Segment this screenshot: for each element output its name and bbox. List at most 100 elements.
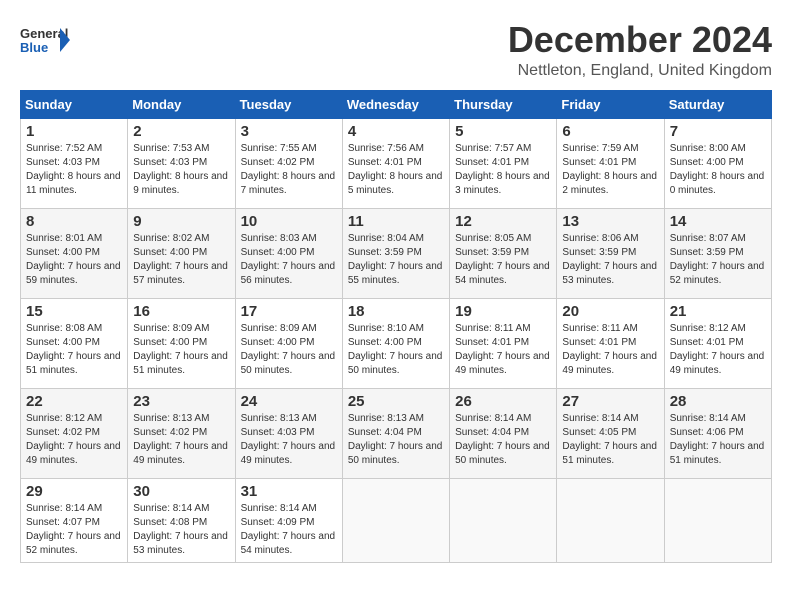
week-row-1: 1 Sunrise: 7:52 AM Sunset: 4:03 PM Daylig… bbox=[21, 118, 772, 208]
day-number: 14 bbox=[670, 213, 766, 230]
calendar-cell: 7 Sunrise: 8:00 AM Sunset: 4:00 PM Daylig… bbox=[664, 118, 771, 208]
day-info: Sunrise: 8:14 AM Sunset: 4:07 PM Dayligh… bbox=[26, 502, 122, 558]
day-info: Sunrise: 8:02 AM Sunset: 4:00 PM Dayligh… bbox=[133, 232, 229, 288]
calendar-cell: 12 Sunrise: 8:05 AM Sunset: 3:59 PM Dayli… bbox=[450, 208, 557, 298]
day-number: 29 bbox=[26, 483, 122, 500]
calendar-cell bbox=[664, 478, 771, 562]
day-number: 21 bbox=[670, 303, 766, 320]
day-number: 2 bbox=[133, 123, 229, 140]
calendar-cell: 4 Sunrise: 7:56 AM Sunset: 4:01 PM Daylig… bbox=[342, 118, 449, 208]
day-info: Sunrise: 8:13 AM Sunset: 4:04 PM Dayligh… bbox=[348, 412, 444, 468]
day-number: 26 bbox=[455, 393, 551, 410]
week-row-5: 29 Sunrise: 8:14 AM Sunset: 4:07 PM Dayli… bbox=[21, 478, 772, 562]
calendar-cell: 25 Sunrise: 8:13 AM Sunset: 4:04 PM Dayli… bbox=[342, 388, 449, 478]
day-number: 1 bbox=[26, 123, 122, 140]
week-row-4: 22 Sunrise: 8:12 AM Sunset: 4:02 PM Dayli… bbox=[21, 388, 772, 478]
day-info: Sunrise: 8:14 AM Sunset: 4:04 PM Dayligh… bbox=[455, 412, 551, 468]
calendar-cell: 13 Sunrise: 8:06 AM Sunset: 3:59 PM Dayli… bbox=[557, 208, 664, 298]
day-info: Sunrise: 7:57 AM Sunset: 4:01 PM Dayligh… bbox=[455, 142, 551, 198]
day-number: 22 bbox=[26, 393, 122, 410]
calendar-cell: 17 Sunrise: 8:09 AM Sunset: 4:00 PM Dayli… bbox=[235, 298, 342, 388]
day-info: Sunrise: 8:14 AM Sunset: 4:06 PM Dayligh… bbox=[670, 412, 766, 468]
calendar-table: SundayMondayTuesdayWednesdayThursdayFrid… bbox=[20, 90, 772, 563]
day-info: Sunrise: 8:13 AM Sunset: 4:03 PM Dayligh… bbox=[241, 412, 337, 468]
weekday-header-monday: Monday bbox=[128, 90, 235, 118]
day-info: Sunrise: 8:00 AM Sunset: 4:00 PM Dayligh… bbox=[670, 142, 766, 198]
day-info: Sunrise: 8:03 AM Sunset: 4:00 PM Dayligh… bbox=[241, 232, 337, 288]
logo-svg: GeneralBlue bbox=[20, 20, 70, 60]
calendar-cell bbox=[450, 478, 557, 562]
day-number: 24 bbox=[241, 393, 337, 410]
day-info: Sunrise: 8:01 AM Sunset: 4:00 PM Dayligh… bbox=[26, 232, 122, 288]
calendar-cell: 5Sunrise: 7:57 AM Sunset: 4:01 PM Daylig… bbox=[450, 118, 557, 208]
day-info: Sunrise: 8:14 AM Sunset: 4:09 PM Dayligh… bbox=[241, 502, 337, 558]
day-number: 17 bbox=[241, 303, 337, 320]
day-number: 3 bbox=[241, 123, 337, 140]
day-info: Sunrise: 7:52 AM Sunset: 4:03 PM Dayligh… bbox=[26, 142, 122, 198]
day-number: 25 bbox=[348, 393, 444, 410]
calendar-cell: 6 Sunrise: 7:59 AM Sunset: 4:01 PM Daylig… bbox=[557, 118, 664, 208]
calendar-cell: 18Sunrise: 8:10 AM Sunset: 4:00 PM Dayli… bbox=[342, 298, 449, 388]
day-number: 18 bbox=[348, 303, 444, 320]
calendar-subtitle: Nettleton, England, United Kingdom bbox=[508, 62, 772, 80]
day-number: 23 bbox=[133, 393, 229, 410]
calendar-cell: 2 Sunrise: 7:53 AM Sunset: 4:03 PM Daylig… bbox=[128, 118, 235, 208]
day-info: Sunrise: 8:13 AM Sunset: 4:02 PM Dayligh… bbox=[133, 412, 229, 468]
calendar-cell: 30 Sunrise: 8:14 AM Sunset: 4:08 PM Dayli… bbox=[128, 478, 235, 562]
calendar-cell bbox=[342, 478, 449, 562]
calendar-cell: 9Sunrise: 8:02 AM Sunset: 4:00 PM Daylig… bbox=[128, 208, 235, 298]
day-info: Sunrise: 8:12 AM Sunset: 4:01 PM Dayligh… bbox=[670, 322, 766, 378]
calendar-cell: 31Sunrise: 8:14 AM Sunset: 4:09 PM Dayli… bbox=[235, 478, 342, 562]
day-number: 12 bbox=[455, 213, 551, 230]
calendar-cell: 16 Sunrise: 8:09 AM Sunset: 4:00 PM Dayli… bbox=[128, 298, 235, 388]
svg-text:Blue: Blue bbox=[20, 40, 48, 55]
weekday-header-sunday: Sunday bbox=[21, 90, 128, 118]
day-number: 7 bbox=[670, 123, 766, 140]
day-number: 27 bbox=[562, 393, 658, 410]
day-info: Sunrise: 7:56 AM Sunset: 4:01 PM Dayligh… bbox=[348, 142, 444, 198]
calendar-title: December 2024 bbox=[508, 20, 772, 60]
week-row-2: 8 Sunrise: 8:01 AM Sunset: 4:00 PM Daylig… bbox=[21, 208, 772, 298]
weekday-header-friday: Friday bbox=[557, 90, 664, 118]
day-info: Sunrise: 8:14 AM Sunset: 4:08 PM Dayligh… bbox=[133, 502, 229, 558]
day-number: 28 bbox=[670, 393, 766, 410]
day-info: Sunrise: 7:59 AM Sunset: 4:01 PM Dayligh… bbox=[562, 142, 658, 198]
day-info: Sunrise: 8:09 AM Sunset: 4:00 PM Dayligh… bbox=[241, 322, 337, 378]
calendar-cell: 26 Sunrise: 8:14 AM Sunset: 4:04 PM Dayli… bbox=[450, 388, 557, 478]
calendar-cell: 29 Sunrise: 8:14 AM Sunset: 4:07 PM Dayli… bbox=[21, 478, 128, 562]
week-row-3: 15 Sunrise: 8:08 AM Sunset: 4:00 PM Dayli… bbox=[21, 298, 772, 388]
calendar-cell: 24 Sunrise: 8:13 AM Sunset: 4:03 PM Dayli… bbox=[235, 388, 342, 478]
title-block: December 2024 Nettleton, England, United… bbox=[508, 20, 772, 80]
day-info: Sunrise: 8:09 AM Sunset: 4:00 PM Dayligh… bbox=[133, 322, 229, 378]
day-number: 8 bbox=[26, 213, 122, 230]
day-info: Sunrise: 8:11 AM Sunset: 4:01 PM Dayligh… bbox=[455, 322, 551, 378]
day-info: Sunrise: 8:05 AM Sunset: 3:59 PM Dayligh… bbox=[455, 232, 551, 288]
calendar-cell: 23 Sunrise: 8:13 AM Sunset: 4:02 PM Dayli… bbox=[128, 388, 235, 478]
day-info: Sunrise: 7:53 AM Sunset: 4:03 PM Dayligh… bbox=[133, 142, 229, 198]
calendar-cell bbox=[557, 478, 664, 562]
day-info: Sunrise: 8:08 AM Sunset: 4:00 PM Dayligh… bbox=[26, 322, 122, 378]
day-number: 19 bbox=[455, 303, 551, 320]
weekday-header-thursday: Thursday bbox=[450, 90, 557, 118]
calendar-cell: 28 Sunrise: 8:14 AM Sunset: 4:06 PM Dayli… bbox=[664, 388, 771, 478]
day-info: Sunrise: 8:12 AM Sunset: 4:02 PM Dayligh… bbox=[26, 412, 122, 468]
weekday-header-saturday: Saturday bbox=[664, 90, 771, 118]
day-number: 6 bbox=[562, 123, 658, 140]
day-number: 15 bbox=[26, 303, 122, 320]
day-number: 4 bbox=[348, 123, 444, 140]
day-number: 13 bbox=[562, 213, 658, 230]
day-number: 10 bbox=[241, 213, 337, 230]
day-number: 30 bbox=[133, 483, 229, 500]
weekday-header-row: SundayMondayTuesdayWednesdayThursdayFrid… bbox=[21, 90, 772, 118]
day-info: Sunrise: 7:55 AM Sunset: 4:02 PM Dayligh… bbox=[241, 142, 337, 198]
calendar-cell: 10 Sunrise: 8:03 AM Sunset: 4:00 PM Dayli… bbox=[235, 208, 342, 298]
calendar-cell: 19 Sunrise: 8:11 AM Sunset: 4:01 PM Dayli… bbox=[450, 298, 557, 388]
calendar-cell: 22 Sunrise: 8:12 AM Sunset: 4:02 PM Dayli… bbox=[21, 388, 128, 478]
logo: GeneralBlue bbox=[20, 20, 70, 60]
calendar-cell: 20Sunrise: 8:11 AM Sunset: 4:01 PM Dayli… bbox=[557, 298, 664, 388]
day-number: 11 bbox=[348, 213, 444, 230]
day-number: 16 bbox=[133, 303, 229, 320]
day-info: Sunrise: 8:06 AM Sunset: 3:59 PM Dayligh… bbox=[562, 232, 658, 288]
calendar-cell: 3 Sunrise: 7:55 AM Sunset: 4:02 PM Daylig… bbox=[235, 118, 342, 208]
weekday-header-tuesday: Tuesday bbox=[235, 90, 342, 118]
